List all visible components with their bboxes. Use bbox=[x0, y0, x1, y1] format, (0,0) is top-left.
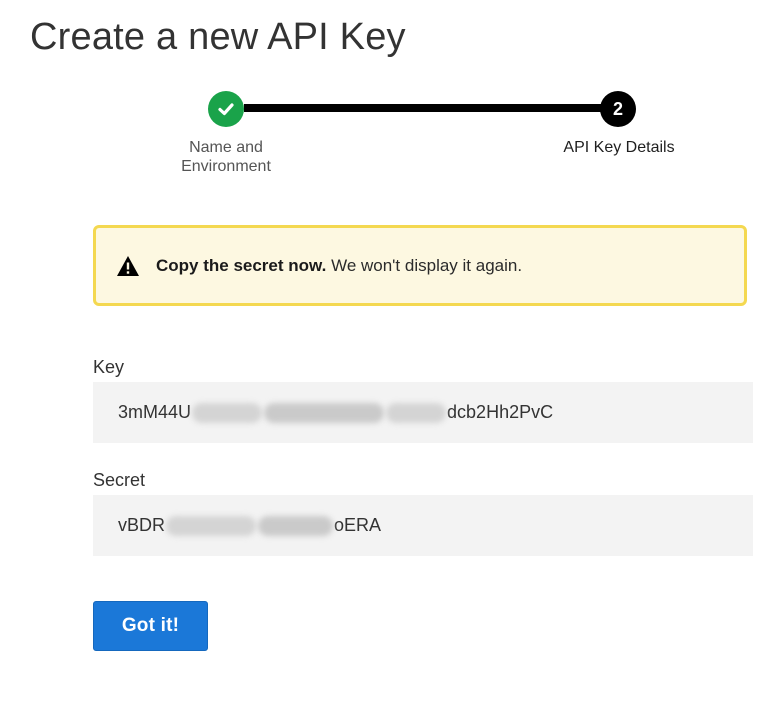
step-2-indicator: 2 bbox=[600, 91, 636, 127]
key-redaction-blur-3 bbox=[386, 402, 447, 423]
key-value-start: 3mM44U bbox=[118, 402, 192, 422]
key-label: Key bbox=[93, 357, 125, 377]
step-2-label: API Key Details bbox=[563, 139, 675, 156]
key-value-field[interactable]: 3mM44U dcb2Hh2PvC bbox=[93, 382, 753, 443]
stepper-progress-line bbox=[244, 104, 606, 112]
warning-triangle-icon bbox=[116, 255, 140, 277]
step-2-number: 2 bbox=[612, 98, 623, 119]
warning-bold-text: Copy the secret now. bbox=[156, 255, 327, 275]
step-1-label: Name and Environment bbox=[181, 139, 271, 175]
checkmark-icon bbox=[218, 103, 234, 116]
secret-value-start: vBDR bbox=[118, 515, 166, 535]
key-redaction-blur-2 bbox=[264, 402, 385, 423]
warning-normal-text: We won't display it again. bbox=[326, 255, 523, 275]
key-redaction-blur bbox=[192, 402, 263, 423]
warning-message: Copy the secret now. We won't display it… bbox=[156, 256, 522, 276]
secret-redaction-blur bbox=[166, 515, 257, 536]
stepper: Name and Environment 2 API Key Details bbox=[0, 0, 784, 200]
secret-redaction-blur-2 bbox=[258, 515, 334, 536]
secret-value-end: oERA bbox=[334, 515, 382, 535]
secret-value-field[interactable]: vBDR oERA bbox=[93, 495, 753, 556]
warning-banner: Copy the secret now. We won't display it… bbox=[93, 225, 747, 306]
got-it-button[interactable]: Got it! bbox=[93, 601, 208, 651]
secret-label: Secret bbox=[93, 470, 146, 490]
step-1-completed-indicator bbox=[208, 91, 244, 127]
key-value-end: dcb2Hh2PvC bbox=[447, 402, 554, 422]
